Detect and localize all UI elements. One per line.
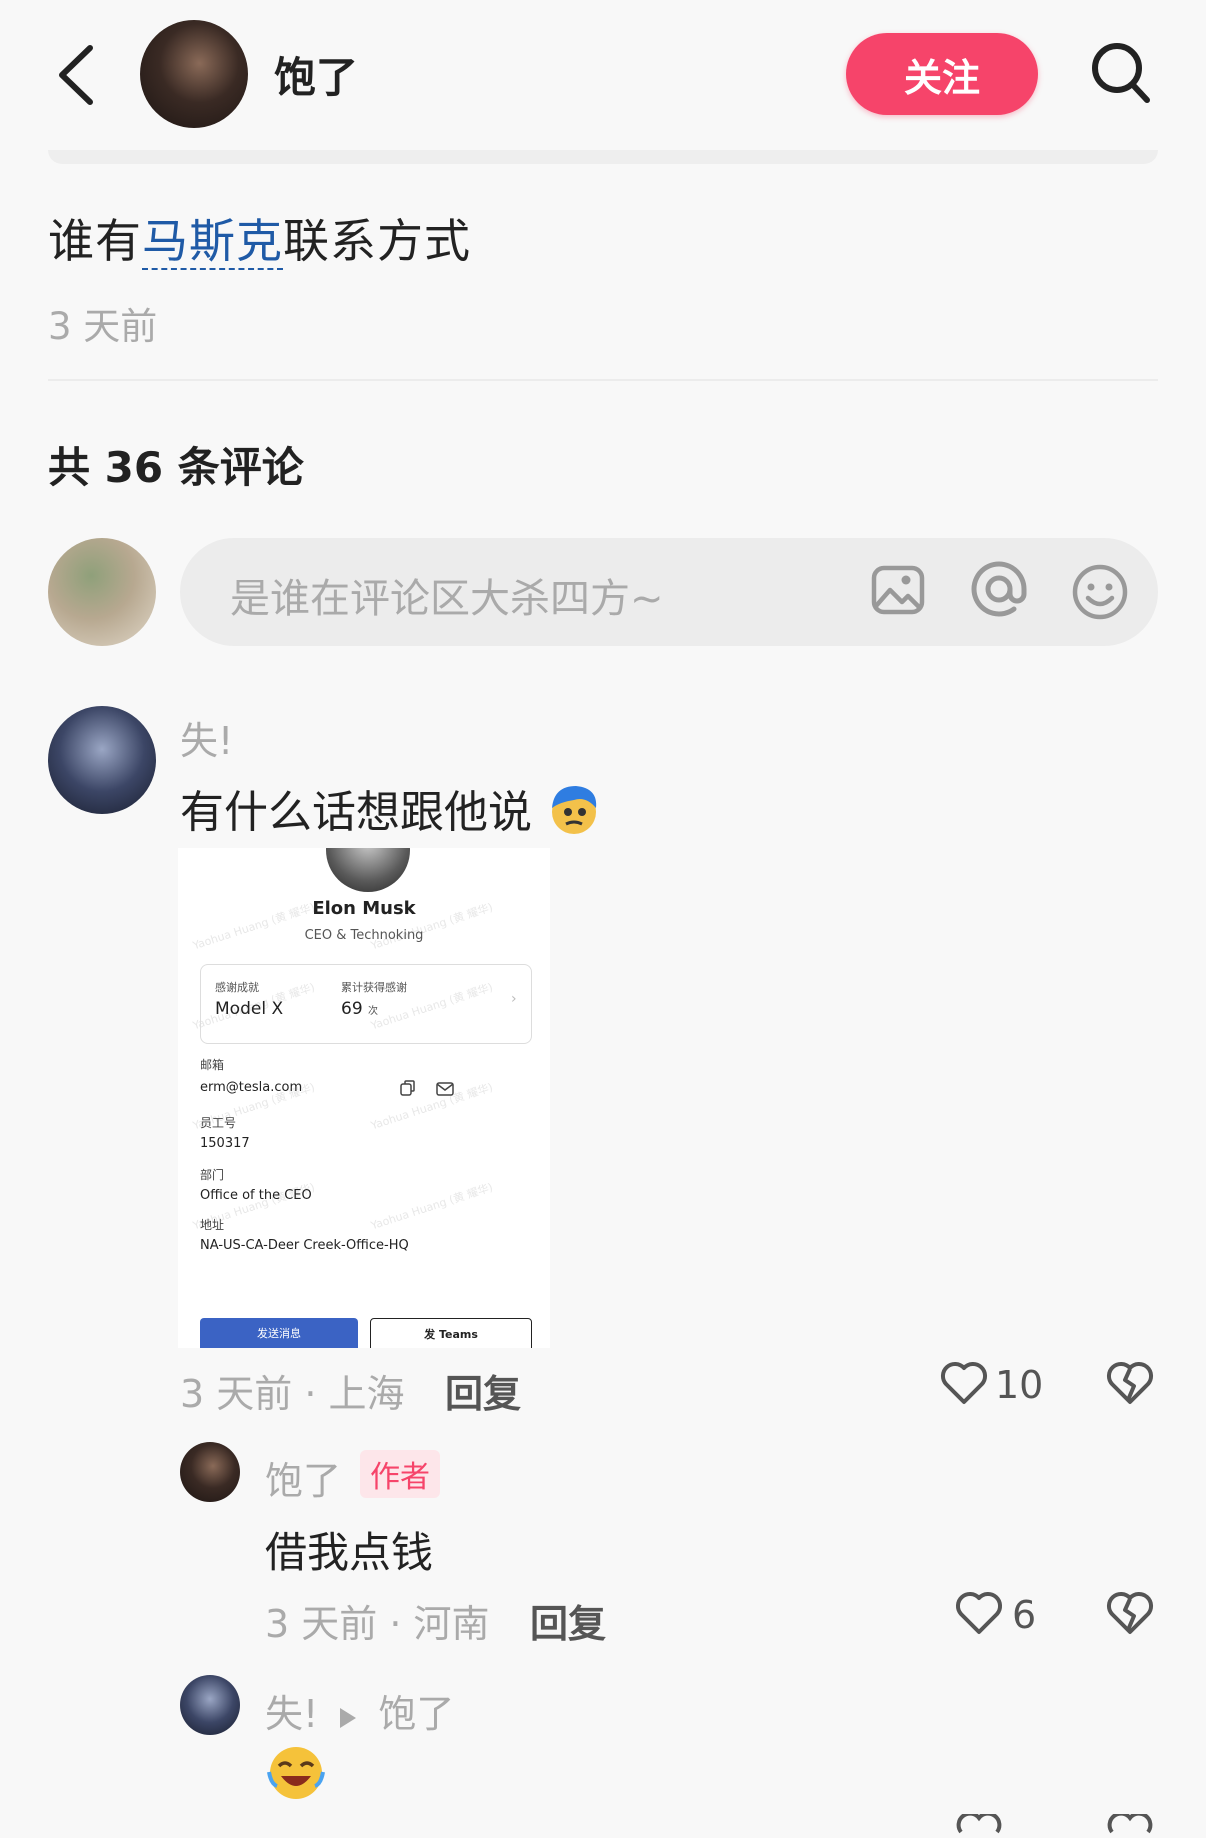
reply-user-name[interactable]: 失! <box>265 1692 318 1736</box>
comment-image[interactable]: Yaohua Huang (黄 耀华) Yaohua Huang (黄 耀华) … <box>178 848 550 1348</box>
my-avatar <box>48 538 156 646</box>
commenter-avatar[interactable] <box>48 706 156 814</box>
send-message-button: 发送消息 <box>200 1318 358 1348</box>
comment-text: 有什么话想跟他说 <box>180 776 602 849</box>
like-icon[interactable] <box>955 1590 1003 1640</box>
dislike-icon[interactable] <box>1106 1360 1154 1410</box>
reply-target-name[interactable]: 饱了 <box>378 1692 454 1736</box>
reply-button[interactable]: 回复 <box>530 1593 606 1648</box>
chevron-right-icon: › <box>511 991 517 1007</box>
author-badge: 作者 <box>360 1450 440 1498</box>
like-count: 10 <box>995 1363 1044 1407</box>
reply-user-name[interactable]: 饱了 <box>265 1450 341 1505</box>
copy-icon <box>400 1080 416 1100</box>
teams-button: 发 Teams <box>370 1318 532 1348</box>
dislike-icon[interactable] <box>1106 1811 1154 1838</box>
comment-count: 共 36 条评论 <box>48 443 304 492</box>
keyword-link[interactable]: 马斯克 <box>142 214 283 270</box>
reply-header: 失! 饱了 <box>265 1683 454 1739</box>
post-time: 3 天前 <box>48 305 158 348</box>
back-icon[interactable] <box>48 40 108 110</box>
card-name: Elon Musk <box>312 898 416 919</box>
reply-button[interactable]: 回复 <box>445 1363 521 1418</box>
author-name[interactable]: 饱了 <box>274 44 358 105</box>
mention-icon[interactable] <box>968 558 1030 620</box>
reply-text: 借我点钱 <box>265 1528 434 1577</box>
emoji-icon[interactable] <box>1070 562 1130 622</box>
comment-meta: 3 天前 · 上海 <box>180 1372 405 1416</box>
play-arrow-icon <box>338 1695 358 1739</box>
reply-avatar[interactable] <box>180 1442 240 1502</box>
mail-icon <box>436 1081 454 1100</box>
laughing-emoji-icon <box>265 1742 327 1808</box>
reply-avatar[interactable] <box>180 1675 240 1735</box>
divider <box>48 379 1158 381</box>
like-count: 6 <box>1012 1593 1037 1637</box>
stats-box: 感谢成就 Model X 累计获得感谢 69 次 › <box>200 964 532 1044</box>
image-icon[interactable] <box>870 562 926 618</box>
search-icon[interactable] <box>1090 40 1152 106</box>
reply-meta: 3 天前 · 河南 <box>265 1602 490 1646</box>
header-divider <box>48 150 1158 164</box>
card-title: CEO & Technoking <box>304 928 424 943</box>
profile-photo <box>326 848 410 892</box>
author-avatar[interactable] <box>140 20 248 128</box>
thinking-emoji-icon <box>546 782 602 849</box>
dislike-icon[interactable] <box>1106 1590 1154 1640</box>
like-icon[interactable] <box>955 1811 1003 1838</box>
post-title: 谁有马斯克联系方式 <box>48 214 471 270</box>
like-icon[interactable] <box>940 1360 988 1410</box>
follow-button[interactable]: 关注 <box>846 33 1038 115</box>
comment-input-placeholder[interactable]: 是谁在评论区大杀四方~ <box>230 566 664 624</box>
commenter-name[interactable]: 失! <box>180 710 233 765</box>
